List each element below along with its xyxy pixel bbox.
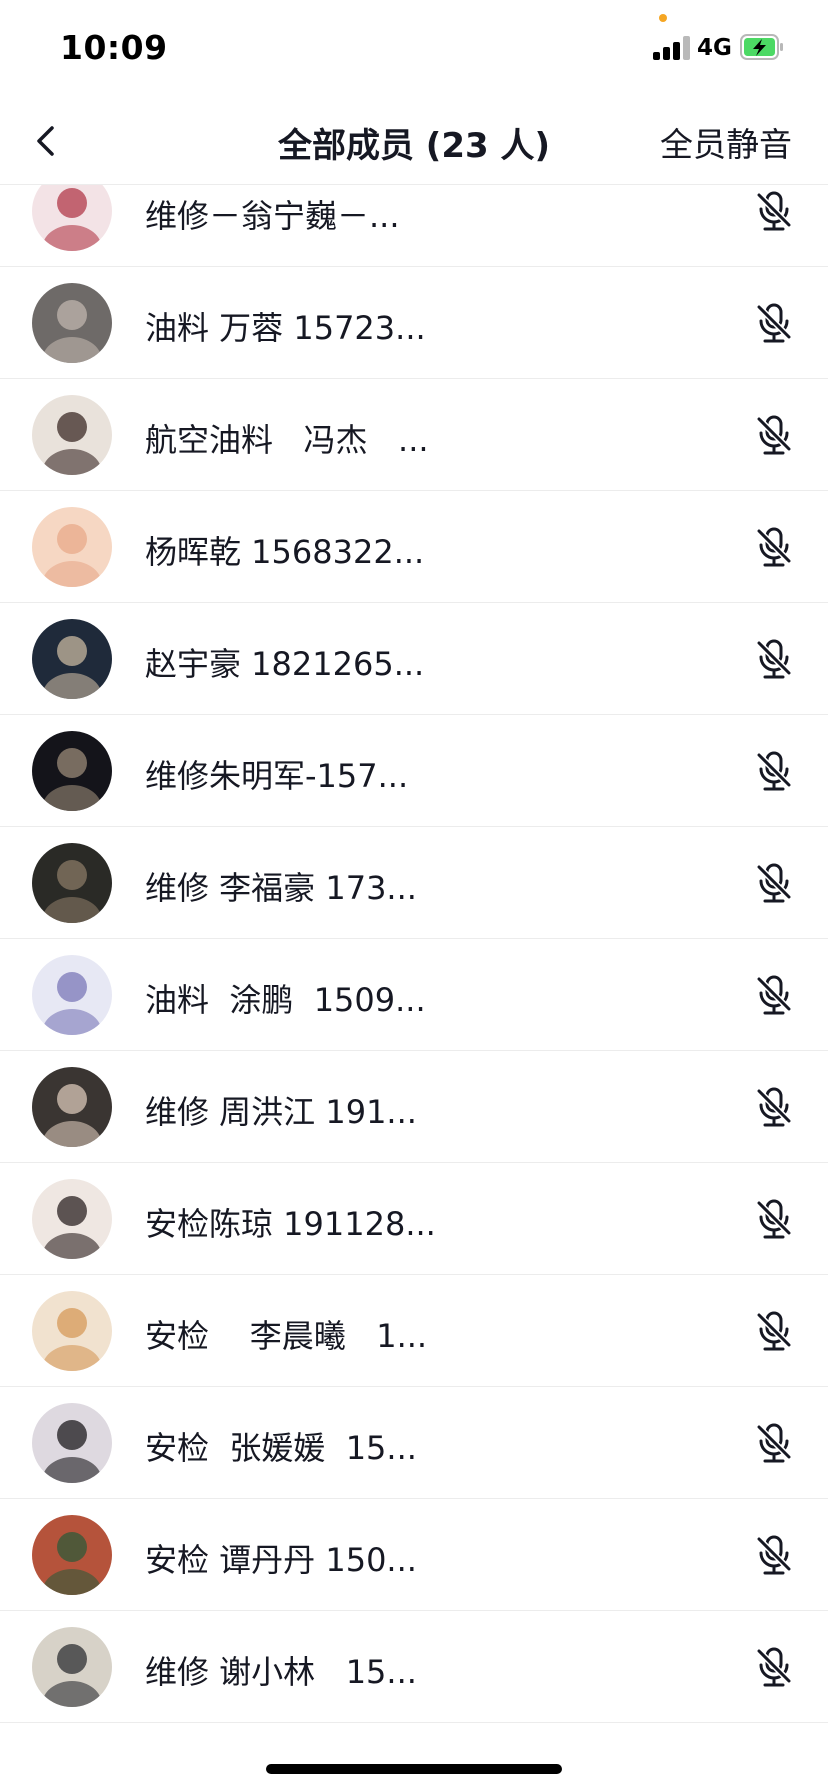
member-name: 维修 李福豪 173... [145, 869, 417, 907]
member-name: 维修 周洪江 191... [145, 1093, 417, 1131]
member-row[interactable]: 杨晖乾 1568322... [0, 491, 828, 603]
mic-muted-icon[interactable] [752, 973, 796, 1017]
avatar[interactable] [32, 955, 112, 1035]
avatar[interactable] [32, 395, 112, 475]
avatar[interactable] [32, 1403, 112, 1483]
mic-muted-icon[interactable] [752, 413, 796, 457]
avatar[interactable] [32, 1179, 112, 1259]
mic-muted-icon[interactable] [752, 1533, 796, 1577]
mute-all-button[interactable]: 全员静音 [660, 118, 792, 166]
mic-muted-icon[interactable] [752, 861, 796, 905]
avatar[interactable] [32, 1627, 112, 1707]
member-row[interactable]: 航空油料 冯杰 ... [0, 379, 828, 491]
avatar[interactable] [32, 507, 112, 587]
mic-muted-icon[interactable] [752, 1085, 796, 1129]
member-row[interactable]: 维修朱明军-157... [0, 715, 828, 827]
member-row[interactable]: 安检 李晨曦 1... [0, 1275, 828, 1387]
avatar[interactable] [32, 619, 112, 699]
member-name: 航空油料 冯杰 ... [145, 421, 429, 459]
member-name: 安检 李晨曦 1... [145, 1317, 428, 1355]
status-time: 10:09 [60, 28, 168, 67]
network-type: 4G [697, 35, 732, 61]
member-name: 赵宇豪 1821265... [145, 645, 425, 683]
member-row[interactable]: 安检陈琼 191128... [0, 1163, 828, 1275]
member-row[interactable]: 油料 涂鹏 1509... [0, 939, 828, 1051]
home-indicator[interactable] [266, 1764, 562, 1774]
member-name: 维修 谢小林 15... [145, 1653, 417, 1691]
member-name: 安检 谭丹丹 150... [145, 1541, 417, 1579]
mic-muted-icon[interactable] [752, 749, 796, 793]
member-name: 安检 张媛媛 15... [145, 1429, 417, 1467]
mic-muted-icon[interactable] [752, 301, 796, 345]
member-list[interactable]: 维修－翁宁巍－... 油料 万蓉 15723... 航空油料 冯杰 ... 杨晖乾 1… [0, 185, 828, 1735]
member-name: 维修朱明军-157... [145, 757, 409, 795]
member-row[interactable]: 赵宇豪 1821265... [0, 603, 828, 715]
member-row[interactable]: 维修－翁宁巍－... [0, 185, 828, 267]
avatar[interactable] [32, 1067, 112, 1147]
member-row[interactable]: 安检 谭丹丹 150... [0, 1499, 828, 1611]
avatar[interactable] [32, 185, 112, 251]
avatar[interactable] [32, 843, 112, 923]
member-row[interactable]: 油料 万蓉 15723... [0, 267, 828, 379]
avatar[interactable] [32, 1291, 112, 1371]
mic-muted-icon[interactable] [752, 525, 796, 569]
mic-muted-icon[interactable] [752, 1421, 796, 1465]
avatar[interactable] [32, 283, 112, 363]
avatar[interactable] [32, 731, 112, 811]
nav-bar: 全部成员 (23 人) 全员静音 [0, 98, 828, 185]
battery-charging-icon [740, 34, 783, 60]
mic-muted-icon[interactable] [752, 637, 796, 681]
avatar[interactable] [32, 1515, 112, 1595]
member-row[interactable]: 安检 张媛媛 15... [0, 1387, 828, 1499]
privacy-indicator-dot [659, 14, 667, 22]
mic-muted-icon[interactable] [752, 1309, 796, 1353]
cellular-signal-icon [653, 36, 691, 60]
mic-muted-icon[interactable] [752, 189, 796, 233]
mic-muted-icon[interactable] [752, 1645, 796, 1689]
member-row[interactable]: 维修 谢小林 15... [0, 1611, 828, 1723]
member-name: 油料 万蓉 15723... [145, 309, 426, 347]
status-bar: 10:09 4G [0, 0, 828, 98]
member-name: 杨晖乾 1568322... [145, 533, 425, 571]
member-row[interactable]: 维修 李福豪 173... [0, 827, 828, 939]
member-list-content: 维修－翁宁巍－... 油料 万蓉 15723... 航空油料 冯杰 ... 杨晖乾 1… [0, 185, 828, 1735]
mic-muted-icon[interactable] [752, 1197, 796, 1241]
member-name: 维修－翁宁巍－... [145, 197, 400, 235]
member-name: 油料 涂鹏 1509... [145, 981, 426, 1019]
member-row[interactable] [0, 1723, 828, 1735]
member-name: 安检陈琼 191128... [145, 1205, 436, 1243]
member-row[interactable]: 维修 周洪江 191... [0, 1051, 828, 1163]
